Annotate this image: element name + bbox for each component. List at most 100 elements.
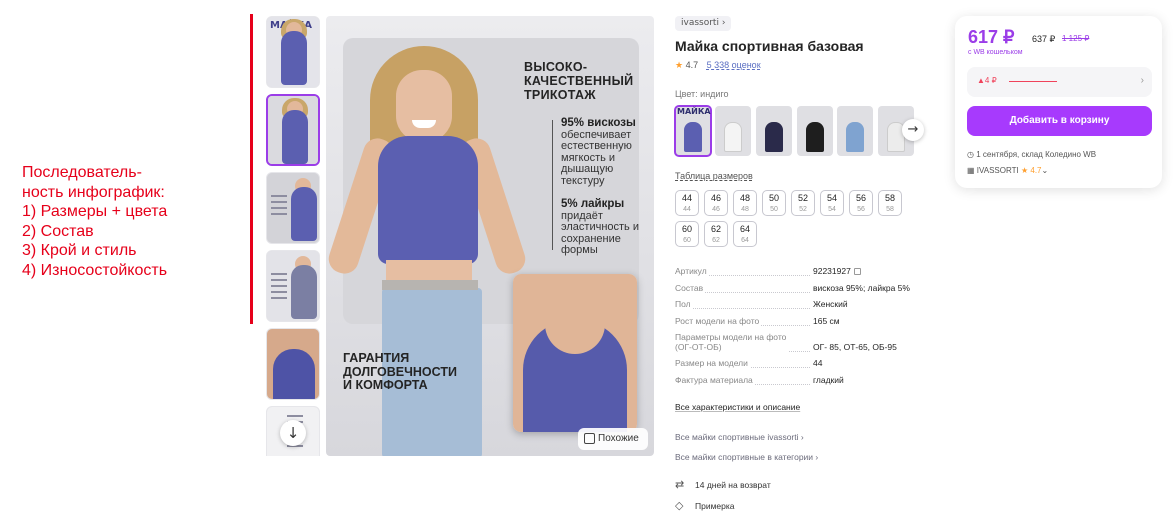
thumbnail-selected[interactable]	[266, 94, 320, 166]
spec-key: Параметры модели на фото (ОГ-ОТ-ОБ)	[675, 332, 789, 352]
old-price: 1 125 ₽	[1062, 34, 1090, 43]
star-icon: ★	[675, 60, 684, 70]
annotation-line: ность инфографик:	[22, 183, 165, 201]
spec-row: Артикул 92231927	[675, 266, 935, 283]
size-option[interactable]: 58 58	[878, 190, 902, 216]
spec-value: ОГ- 85, ОТ-65, ОБ-95	[813, 342, 897, 352]
reviews-link[interactable]: 5 338 оценок	[707, 60, 761, 70]
similar-label: Похожие	[598, 433, 639, 444]
chevron-down-icon: ⌄	[1041, 166, 1049, 175]
size-russian: 46	[712, 206, 720, 213]
feature-text: обеспечивает естественную мягкость и дыш…	[561, 128, 632, 187]
divider	[552, 120, 553, 250]
size-number: 58	[884, 193, 895, 203]
color-swatch[interactable]	[797, 106, 833, 156]
scroll-down-button[interactable]: ↓	[280, 420, 306, 446]
regular-price: 637 ₽	[1032, 34, 1056, 44]
copy-icon[interactable]	[853, 268, 861, 275]
thumbnail[interactable]	[266, 172, 320, 244]
price-change: ▲4 ₽	[977, 76, 997, 85]
size-option[interactable]: 50 50	[762, 190, 786, 216]
brand-category-link[interactable]: Все майки спортивные ivassorti ›	[675, 432, 804, 442]
annotation-line: Последователь-	[22, 164, 142, 181]
thumbnail[interactable]: МАЙКА	[266, 16, 320, 88]
brand-name: ivassorti	[681, 18, 719, 28]
spec-value: 92231927	[813, 266, 861, 276]
return-icon: ⇄	[675, 479, 685, 491]
all-characteristics-link[interactable]: Все характеристики и описание	[675, 402, 800, 412]
size-number: 44	[681, 193, 692, 203]
spec-key: Пол	[675, 299, 693, 309]
fitting-label: Примерка	[695, 501, 735, 511]
size-option[interactable]: 44 44	[675, 190, 699, 216]
spec-value: 44	[813, 358, 823, 368]
size-option[interactable]: 60 60	[675, 221, 699, 247]
thumbnail-strip: МАЙКА	[266, 16, 320, 456]
similar-button[interactable]: Похожие	[578, 428, 648, 450]
color-swatch-indigo[interactable]: МАЙКА	[674, 105, 712, 157]
specs-table: Артикул 92231927 Состав вискоза 95%; лайкра…	[675, 266, 935, 391]
detail-inset-image	[513, 274, 637, 432]
infographic-features: 95% вискозы обеспечивает естественную мя…	[561, 117, 645, 257]
size-number: 48	[739, 193, 750, 203]
spec-key: Рост модели на фото	[675, 315, 762, 326]
color-swatch[interactable]	[715, 106, 751, 156]
color-swatch[interactable]	[837, 106, 873, 156]
clock-icon: ◷	[967, 150, 974, 159]
next-colors-button[interactable]: →	[902, 119, 924, 141]
size-option[interactable]: 64 64	[733, 221, 757, 247]
size-option[interactable]: 48 48	[733, 190, 757, 216]
size-number: 56	[855, 193, 866, 203]
size-russian: 52	[799, 206, 807, 213]
size-number: 62	[710, 224, 721, 234]
annotation-marker-line	[250, 14, 253, 324]
size-russian: 48	[741, 206, 749, 213]
color-swatch[interactable]	[756, 106, 792, 156]
spec-value: вискоза 95%; лайкра 5%	[813, 282, 910, 293]
price-card: 617 ₽ 637 ₽ 1 125 ₽ с WB кошельком ▲4 ₽ …	[955, 16, 1162, 188]
wallet-price: 617 ₽	[968, 27, 1015, 47]
annotation-line: 4) Износостойкость	[22, 261, 168, 279]
wallet-note[interactable]: с WB кошельком	[968, 49, 1023, 56]
returns-label: 14 дней на возврат	[695, 480, 771, 490]
size-option[interactable]: 46 46	[704, 190, 728, 216]
size-table-link[interactable]: Таблица размеров	[675, 171, 753, 181]
spec-key: Размер на модели	[675, 358, 750, 368]
brand-link[interactable]: ivassorti ›	[675, 16, 732, 31]
size-russian: 60	[683, 237, 691, 244]
tag-icon: ◇	[675, 500, 684, 512]
product-title: Майка спортивная базовая	[675, 38, 864, 54]
thumbnail[interactable]	[266, 328, 320, 400]
category-link[interactable]: Все майки спортивные в категории ›	[675, 452, 818, 462]
spec-row: Состав вискоза 95%; лайкра 5%	[675, 282, 935, 300]
size-option[interactable]: 54 54	[820, 190, 844, 216]
size-option[interactable]: 56 56	[849, 190, 873, 216]
size-option[interactable]: 62 62	[704, 221, 728, 247]
price-history[interactable]: ▲4 ₽ ›	[967, 67, 1152, 97]
annotation-line: 2) Состав	[22, 222, 94, 240]
rating-value: 4.7	[685, 60, 699, 70]
size-russian: 64	[741, 237, 749, 244]
delivery-text: 1 сентября, склад Коледино WB	[976, 150, 1097, 159]
main-product-image[interactable]: ВЫСОКО- КАЧЕСТВЕННЫЙ ТРИКОТАЖ 95% вискоз…	[326, 16, 654, 456]
size-number: 60	[681, 224, 692, 234]
spec-value: гладкий	[813, 374, 844, 385]
color-label: Цвет: индиго	[675, 89, 729, 99]
size-russian: 50	[770, 206, 778, 213]
size-option[interactable]: 52 52	[791, 190, 815, 216]
chevron-right-icon: ›	[1140, 75, 1144, 86]
annotation-note: Последователь- ность инфографик: 1) Разм…	[22, 163, 167, 280]
seller-info[interactable]: ▦ IVASSORTI ★ 4.7⌄	[967, 166, 1048, 175]
annotation-line: 3) Крой и стиль	[22, 242, 137, 259]
spec-key: Фактура материала	[675, 374, 755, 385]
price-sparkline	[1009, 81, 1057, 82]
swatch-brand: МАЙКА	[677, 107, 711, 116]
thumbnail[interactable]	[266, 250, 320, 322]
infographic-bottom-headline: ГАРАНТИЯ ДОЛГОВЕЧНОСТИ И КОМФОРТА	[343, 351, 457, 392]
spec-row: Фактура материала гладкий	[675, 374, 935, 392]
infographic-headline: ВЫСОКО- КАЧЕСТВЕННЫЙ ТРИКОТАЖ	[524, 60, 634, 102]
add-to-cart-button[interactable]: Добавить в корзину	[967, 106, 1152, 136]
size-russian: 62	[712, 237, 720, 244]
rating: ★ 4.7 5 338 оценок	[675, 60, 761, 71]
size-number: 50	[768, 193, 779, 203]
